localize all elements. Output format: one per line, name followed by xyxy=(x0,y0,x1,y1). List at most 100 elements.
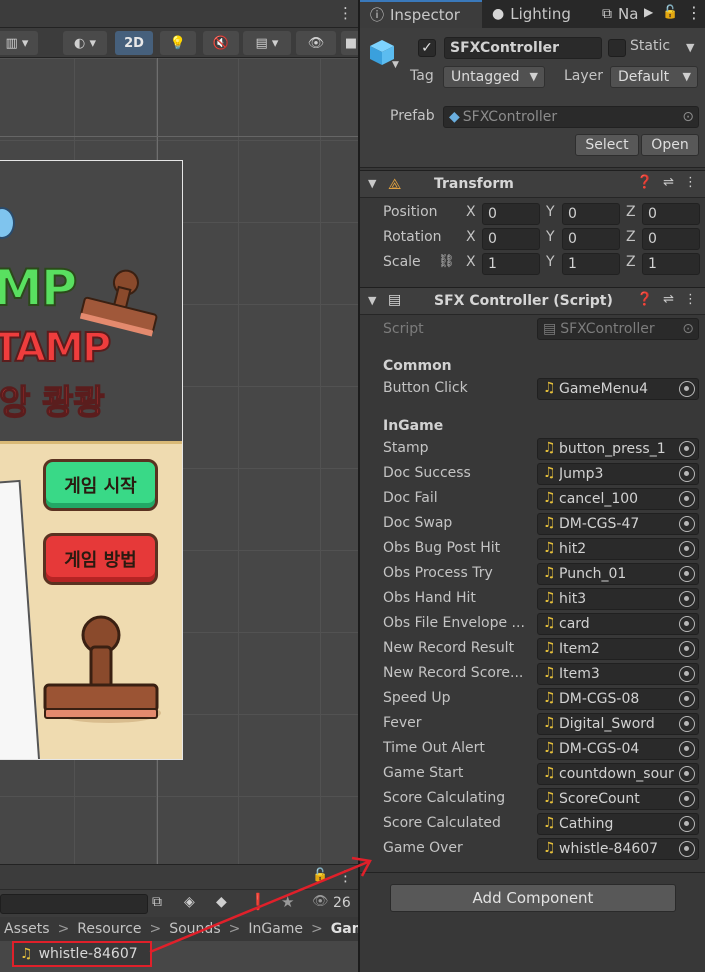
script-component-header[interactable]: ▼ ▤ SFX Controller (Script) ❓ ⇌ ⋮ xyxy=(360,287,705,315)
object-picker-icon[interactable] xyxy=(679,591,695,607)
audio-clip-field[interactable]: ♫ button_press_1 xyxy=(537,438,699,460)
tag-dropdown[interactable]: Untagged ▼ xyxy=(443,66,545,88)
audio-clip-field[interactable]: ♫ Item2 xyxy=(537,638,699,660)
breadcrumb-item[interactable]: Sounds xyxy=(169,921,220,937)
transform-header[interactable]: ▼ ⟁ Transform ❓ ⇌ ⋮ xyxy=(360,170,705,198)
warning-icon[interactable]: ❗ xyxy=(248,892,268,911)
visibility-eye-icon[interactable]: 👁 xyxy=(312,894,329,909)
rotation-y-field[interactable]: 0 xyxy=(562,228,620,250)
breadcrumb-item[interactable]: Resource xyxy=(77,921,141,937)
prefab-select-button[interactable]: Select xyxy=(575,134,639,156)
active-checkbox[interactable]: ✓ xyxy=(418,39,436,57)
audio-clip-field[interactable]: ♫ Digital_Sword xyxy=(537,713,699,735)
rotation-x-field[interactable]: 0 xyxy=(482,228,540,250)
foldout-arrow-icon[interactable]: ▼ xyxy=(368,294,376,307)
object-picker-icon[interactable] xyxy=(679,381,695,397)
scene-view[interactable]: ⋮ ▥ ▾ ◐ ▾ 2D 💡 🔇 ▤ ▾ 👁 ■ MP TAMP 앙 쾅쾅 게임 xyxy=(0,0,358,972)
start-game-button[interactable]: 게임 시작 xyxy=(43,459,158,511)
tab-scroll-right-icon[interactable]: ▶ xyxy=(644,5,653,19)
gizmos-button[interactable]: ■ xyxy=(341,31,358,55)
icon-dropdown-caret[interactable]: ▼ xyxy=(392,60,399,70)
object-picker-icon[interactable] xyxy=(679,491,695,507)
audio-clip-field[interactable]: ♫ GameMenu4 xyxy=(537,378,699,400)
prefab-open-button[interactable]: Open xyxy=(641,134,699,156)
audio-clip-field[interactable]: ♫ ScoreCount xyxy=(537,788,699,810)
effects-toggle-icon[interactable]: ▤ ▾ xyxy=(243,31,291,55)
axis-y-label[interactable]: Y xyxy=(546,254,555,270)
audio-clip-field[interactable]: ♫ hit3 xyxy=(537,588,699,610)
axis-y-label[interactable]: Y xyxy=(546,229,555,245)
project-search-input[interactable] xyxy=(0,894,148,914)
scale-z-field[interactable]: 1 xyxy=(642,253,700,275)
toggle-2d-button[interactable]: 2D xyxy=(115,31,153,55)
scene-search-icon[interactable]: ⧉ xyxy=(152,894,162,910)
static-checkbox[interactable] xyxy=(608,39,626,57)
audio-clip-field[interactable]: ♫ DM-CGS-04 xyxy=(537,738,699,760)
object-picker-icon[interactable] xyxy=(679,691,695,707)
audio-clip-field[interactable]: ♫ cancel_100 xyxy=(537,488,699,510)
object-picker-icon[interactable] xyxy=(679,766,695,782)
object-picker-icon[interactable] xyxy=(679,441,695,457)
game-canvas-frame[interactable]: MP TAMP 앙 쾅쾅 게임 시작 게임 방법 xyxy=(0,160,183,760)
lock-icon[interactable]: 🔓 xyxy=(312,868,328,883)
object-picker-icon[interactable] xyxy=(679,616,695,632)
presets-icon[interactable]: ⇌ xyxy=(663,292,674,307)
gameobject-name-field[interactable]: SFXController xyxy=(444,37,602,59)
object-picker-icon[interactable] xyxy=(679,816,695,832)
audio-clip-field[interactable]: ♫ Punch_01 xyxy=(537,563,699,585)
object-picker-icon[interactable] xyxy=(679,466,695,482)
object-picker-icon[interactable] xyxy=(679,716,695,732)
help-icon[interactable]: ❓ xyxy=(637,175,653,190)
object-picker-icon[interactable] xyxy=(679,566,695,582)
tab-lighting[interactable]: ● Lighting xyxy=(482,0,592,28)
lock-icon-inspector[interactable]: 🔓 xyxy=(662,5,678,20)
position-y-field[interactable]: 0 xyxy=(562,203,620,225)
audio-clip-field[interactable]: ♫ hit2 xyxy=(537,538,699,560)
tab-navigation[interactable]: ⧉ Na xyxy=(592,0,652,28)
axis-x-label[interactable]: X xyxy=(466,254,476,270)
presets-icon[interactable]: ⇌ xyxy=(663,175,674,190)
breadcrumb-item[interactable]: InGame xyxy=(248,921,303,937)
component-menu-icon[interactable]: ⋮ xyxy=(684,175,697,190)
audio-clip-field[interactable]: ♫ whistle-84607 xyxy=(537,838,699,860)
breadcrumb-item-current[interactable]: Game xyxy=(331,921,358,937)
object-picker-icon[interactable] xyxy=(679,541,695,557)
rotation-z-field[interactable]: 0 xyxy=(642,228,700,250)
audio-waveform-button[interactable]: ▥ ▾ xyxy=(0,31,38,55)
static-dropdown-caret[interactable]: ▼ xyxy=(686,41,694,54)
scale-x-field[interactable]: 1 xyxy=(482,253,540,275)
axis-z-label[interactable]: Z xyxy=(626,204,636,220)
filter-type-icon[interactable]: ◈ xyxy=(184,894,195,910)
position-x-field[interactable]: 0 xyxy=(482,203,540,225)
scale-y-field[interactable]: 1 xyxy=(562,253,620,275)
help-icon[interactable]: ❓ xyxy=(637,292,653,307)
audio-clip-field[interactable]: ♫ Jump3 xyxy=(537,463,699,485)
axis-x-label[interactable]: X xyxy=(466,229,476,245)
axis-z-label[interactable]: Z xyxy=(626,229,636,245)
how-to-play-button[interactable]: 게임 방법 xyxy=(43,533,158,585)
object-picker-icon[interactable] xyxy=(679,666,695,682)
audio-clip-field[interactable]: ♫ card xyxy=(537,613,699,635)
audio-clip-field[interactable]: ♫ DM-CGS-08 xyxy=(537,688,699,710)
audio-mute-icon[interactable]: 🔇 xyxy=(203,31,239,55)
object-picker-icon[interactable] xyxy=(679,841,695,857)
hidden-objects-icon[interactable]: 👁 xyxy=(296,31,336,55)
axis-z-label[interactable]: Z xyxy=(626,254,636,270)
more-options-icon[interactable]: ⋮ xyxy=(338,4,353,22)
object-picker-icon[interactable] xyxy=(679,741,695,757)
more-options-icon-inspector[interactable]: ⋮ xyxy=(686,3,702,22)
more-options-icon-2[interactable]: ⋮ xyxy=(338,867,353,885)
tab-inspector[interactable]: ⓘ Inspector xyxy=(360,0,482,28)
object-picker-icon[interactable] xyxy=(679,516,695,532)
prefab-picker-icon[interactable]: ⊙ xyxy=(682,109,694,125)
favorite-star-icon[interactable]: ★ xyxy=(281,893,294,911)
constrain-proportions-icon[interactable]: ⛓ xyxy=(438,254,455,269)
object-picker-icon[interactable] xyxy=(679,791,695,807)
label-tag-icon[interactable]: ◆ xyxy=(216,894,227,910)
shading-mode-button[interactable]: ◐ ▾ xyxy=(63,31,107,55)
audio-clip-field[interactable]: ♫ DM-CGS-47 xyxy=(537,513,699,535)
object-picker-icon[interactable] xyxy=(679,641,695,657)
breadcrumb-item[interactable]: Assets xyxy=(4,921,50,937)
selected-asset-highlight[interactable]: ♫ whistle-84607 xyxy=(12,941,152,967)
audio-clip-field[interactable]: ♫ countdown_sour xyxy=(537,763,699,785)
